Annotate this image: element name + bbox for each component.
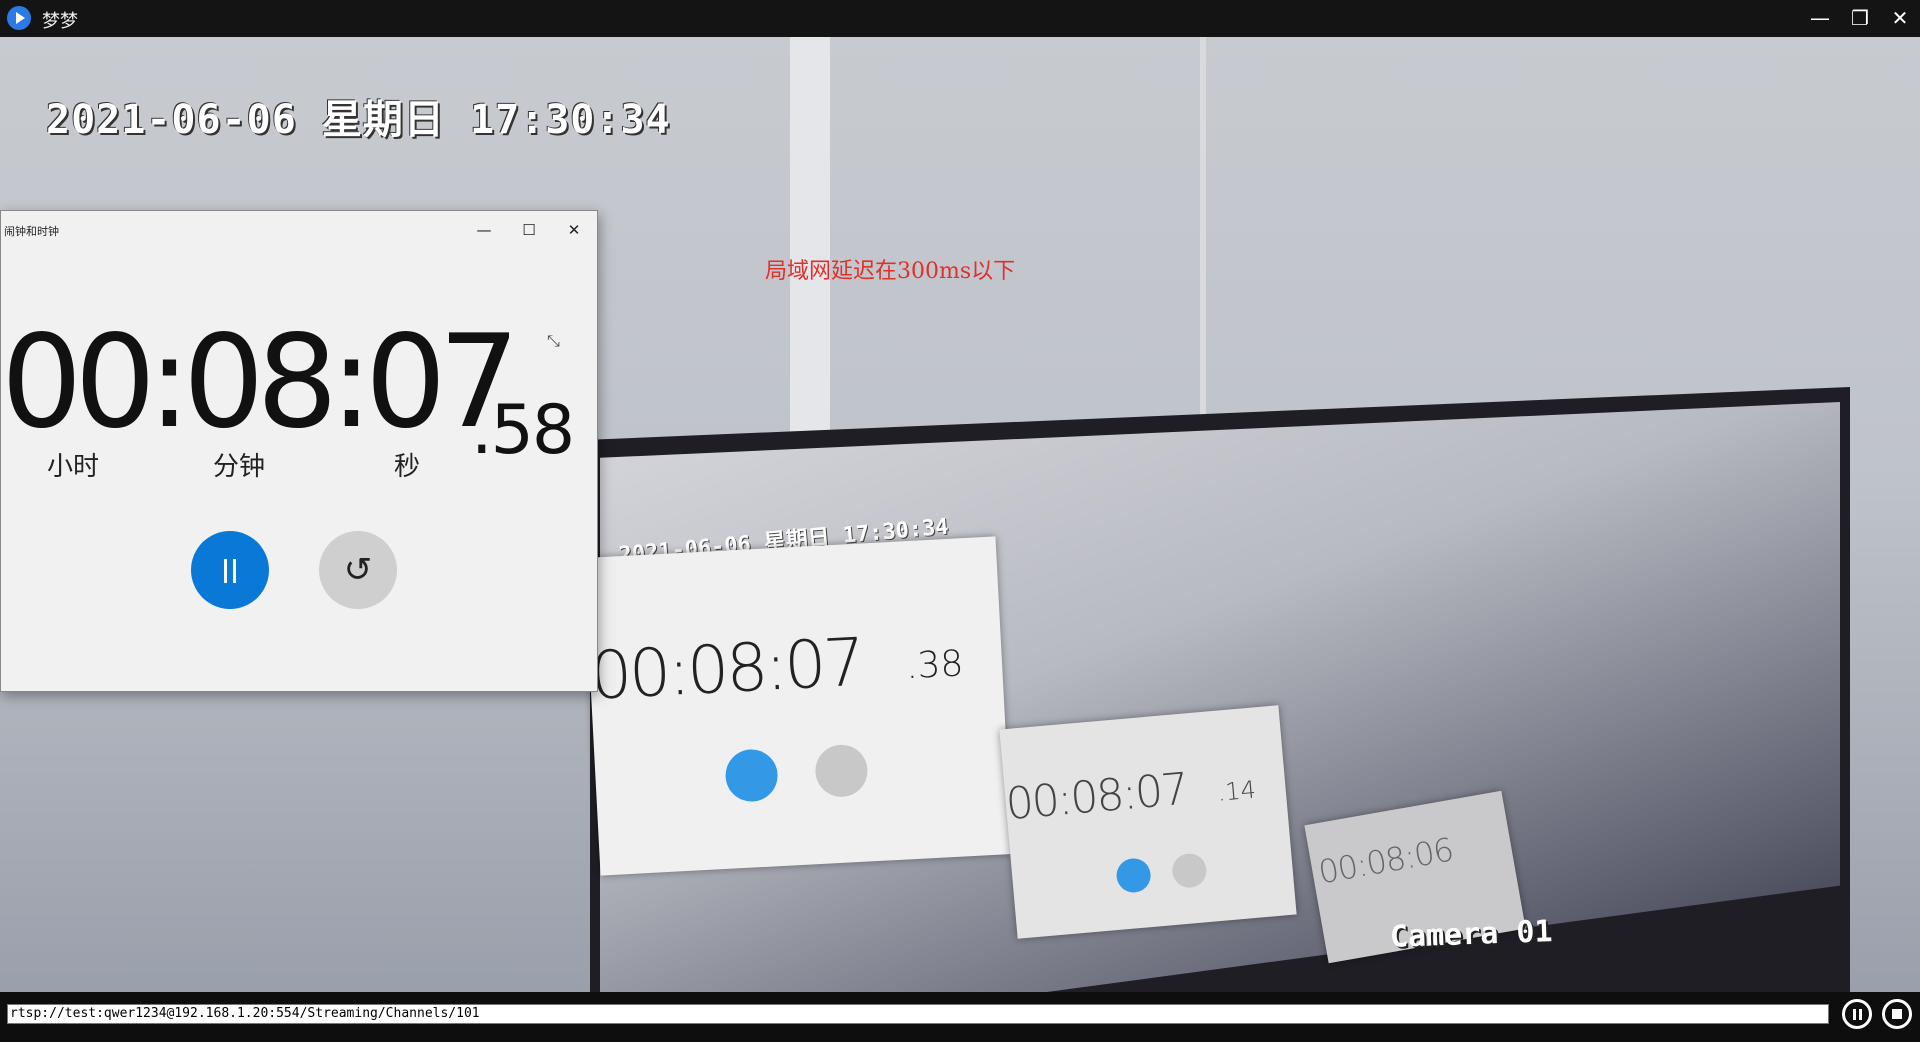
stopwatch-time: 00:08:07 — [1, 308, 520, 457]
osd-datetime: 2021-06-06 星期日 17:30:34 — [46, 97, 671, 143]
nested-stopwatch-fraction: .38 — [905, 643, 965, 688]
camera-label: Camera 01 — [1389, 914, 1554, 955]
nested-stopwatch-time: 00:08:07 — [1003, 763, 1190, 831]
minimize-button[interactable]: — — [1803, 3, 1837, 33]
reset-button[interactable]: ↺ — [319, 531, 397, 609]
bottom-control-bar — [0, 992, 1920, 1042]
nested-stopwatch-fraction: .14 — [1216, 775, 1257, 807]
nested-reset-icon — [1170, 852, 1208, 889]
stopwatch-fraction: .58 — [471, 391, 575, 470]
stopwatch-maximize-button[interactable]: ☐ — [514, 217, 544, 243]
maximize-button[interactable]: ❐ — [1843, 3, 1877, 33]
stopwatch-minimize-button[interactable]: — — [469, 217, 499, 243]
latency-note: 局域网延迟在300ms以下 — [765, 259, 1016, 284]
nested-pause-icon — [724, 748, 779, 803]
nested-stopwatch-window: 00:08:07 .14 — [999, 705, 1297, 939]
pause-button[interactable] — [191, 531, 269, 609]
nested-pause-icon — [1115, 857, 1153, 894]
nested-stopwatch-window: 00:08:07 .38 — [583, 536, 1013, 876]
stream-url-input[interactable] — [7, 1004, 1829, 1024]
title-bar: 梦梦 — ❐ ✕ — [0, 0, 1920, 37]
nested-stopwatch-time: 00:08:06 — [1315, 830, 1456, 892]
stopwatch-window: 闹钟和时钟 — ☐ ✕ ⤡ 00:08:07 .58 小时 分钟 秒 ↺ — [0, 210, 598, 692]
stopwatch-title: 闹钟和时钟 — [4, 225, 59, 238]
play-app-icon — [7, 6, 31, 30]
stop-stream-button[interactable] — [1882, 999, 1912, 1029]
window-title: 梦梦 — [42, 11, 78, 32]
unit-seconds-label: 秒 — [394, 452, 421, 482]
unit-hours-label: 小时 — [47, 452, 100, 482]
wall-stripe — [790, 37, 830, 437]
unit-minutes-label: 分钟 — [213, 452, 266, 482]
close-button[interactable]: ✕ — [1883, 3, 1917, 33]
nested-reset-icon — [814, 743, 869, 799]
pause-stream-button[interactable] — [1842, 999, 1872, 1029]
stopwatch-close-button[interactable]: ✕ — [559, 217, 589, 243]
compact-overlay-icon[interactable]: ⤡ — [547, 331, 560, 351]
nested-stopwatch-time: 00:08:07 — [588, 623, 865, 715]
